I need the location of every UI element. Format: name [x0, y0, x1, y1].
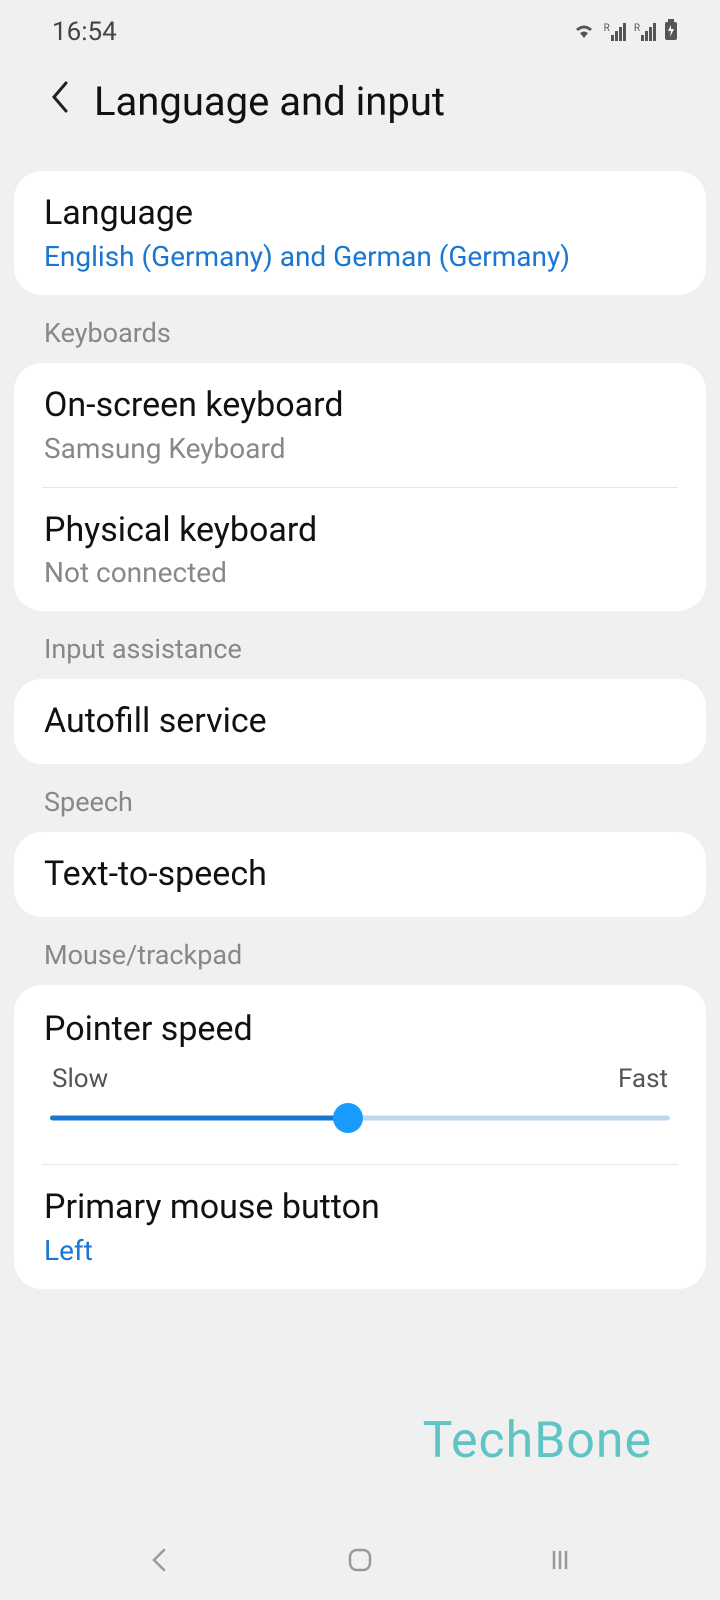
slider-labels: Slow Fast — [44, 1064, 676, 1094]
nav-home-icon[interactable] — [346, 1546, 374, 1574]
status-bar: 16:54 R R — [0, 0, 720, 60]
keyboards-card: On-screen keyboard Samsung Keyboard Phys… — [14, 363, 706, 612]
nav-back-icon[interactable] — [146, 1546, 174, 1574]
language-value: English (Germany) and German (Germany) — [44, 240, 676, 273]
navigation-bar — [0, 1520, 720, 1600]
slider-thumb[interactable] — [333, 1103, 363, 1133]
autofill-item[interactable]: Autofill service — [14, 679, 706, 764]
wifi-icon — [572, 20, 596, 44]
language-card: Language English (Germany) and German (G… — [14, 171, 706, 295]
slow-label: Slow — [52, 1064, 108, 1094]
back-icon[interactable] — [48, 79, 70, 124]
physical-keyboard-title: Physical keyboard — [44, 510, 676, 551]
watermark: TechBone — [423, 1412, 652, 1470]
physical-keyboard-subtitle: Not connected — [44, 556, 676, 589]
mouse-card: Pointer speed Slow Fast Primary mouse bu… — [14, 985, 706, 1289]
onscreen-keyboard-subtitle: Samsung Keyboard — [44, 432, 676, 465]
fast-label: Fast — [618, 1064, 668, 1094]
text-to-speech-title: Text-to-speech — [44, 854, 676, 895]
status-icons: R R — [572, 19, 678, 45]
input-assistance-card: Autofill service — [14, 679, 706, 764]
page-header: Language and input — [0, 60, 720, 153]
nav-recent-icon[interactable] — [546, 1546, 574, 1574]
speech-card: Text-to-speech — [14, 832, 706, 917]
battery-icon — [664, 19, 678, 45]
language-item[interactable]: Language English (Germany) and German (G… — [14, 171, 706, 295]
section-header-speech: Speech — [0, 764, 720, 832]
section-header-input-assistance: Input assistance — [0, 611, 720, 679]
pointer-speed-title: Pointer speed — [44, 1009, 676, 1050]
onscreen-keyboard-item[interactable]: On-screen keyboard Samsung Keyboard — [14, 363, 706, 487]
pointer-speed-slider[interactable] — [50, 1102, 670, 1134]
status-time: 16:54 — [52, 17, 117, 47]
autofill-title: Autofill service — [44, 701, 676, 742]
primary-mouse-button-item[interactable]: Primary mouse button Left — [14, 1165, 706, 1289]
signal-icon-2: R — [634, 23, 656, 41]
page-title: Language and input — [94, 78, 445, 125]
signal-icon-1: R — [604, 23, 626, 41]
text-to-speech-item[interactable]: Text-to-speech — [14, 832, 706, 917]
language-title: Language — [44, 193, 676, 234]
section-header-mouse: Mouse/trackpad — [0, 917, 720, 985]
physical-keyboard-item[interactable]: Physical keyboard Not connected — [14, 488, 706, 612]
onscreen-keyboard-title: On-screen keyboard — [44, 385, 676, 426]
primary-mouse-button-value: Left — [44, 1234, 676, 1267]
slider-fill — [50, 1115, 348, 1120]
section-header-keyboards: Keyboards — [0, 295, 720, 363]
primary-mouse-button-title: Primary mouse button — [44, 1187, 676, 1228]
pointer-speed-item: Pointer speed Slow Fast — [14, 985, 706, 1164]
